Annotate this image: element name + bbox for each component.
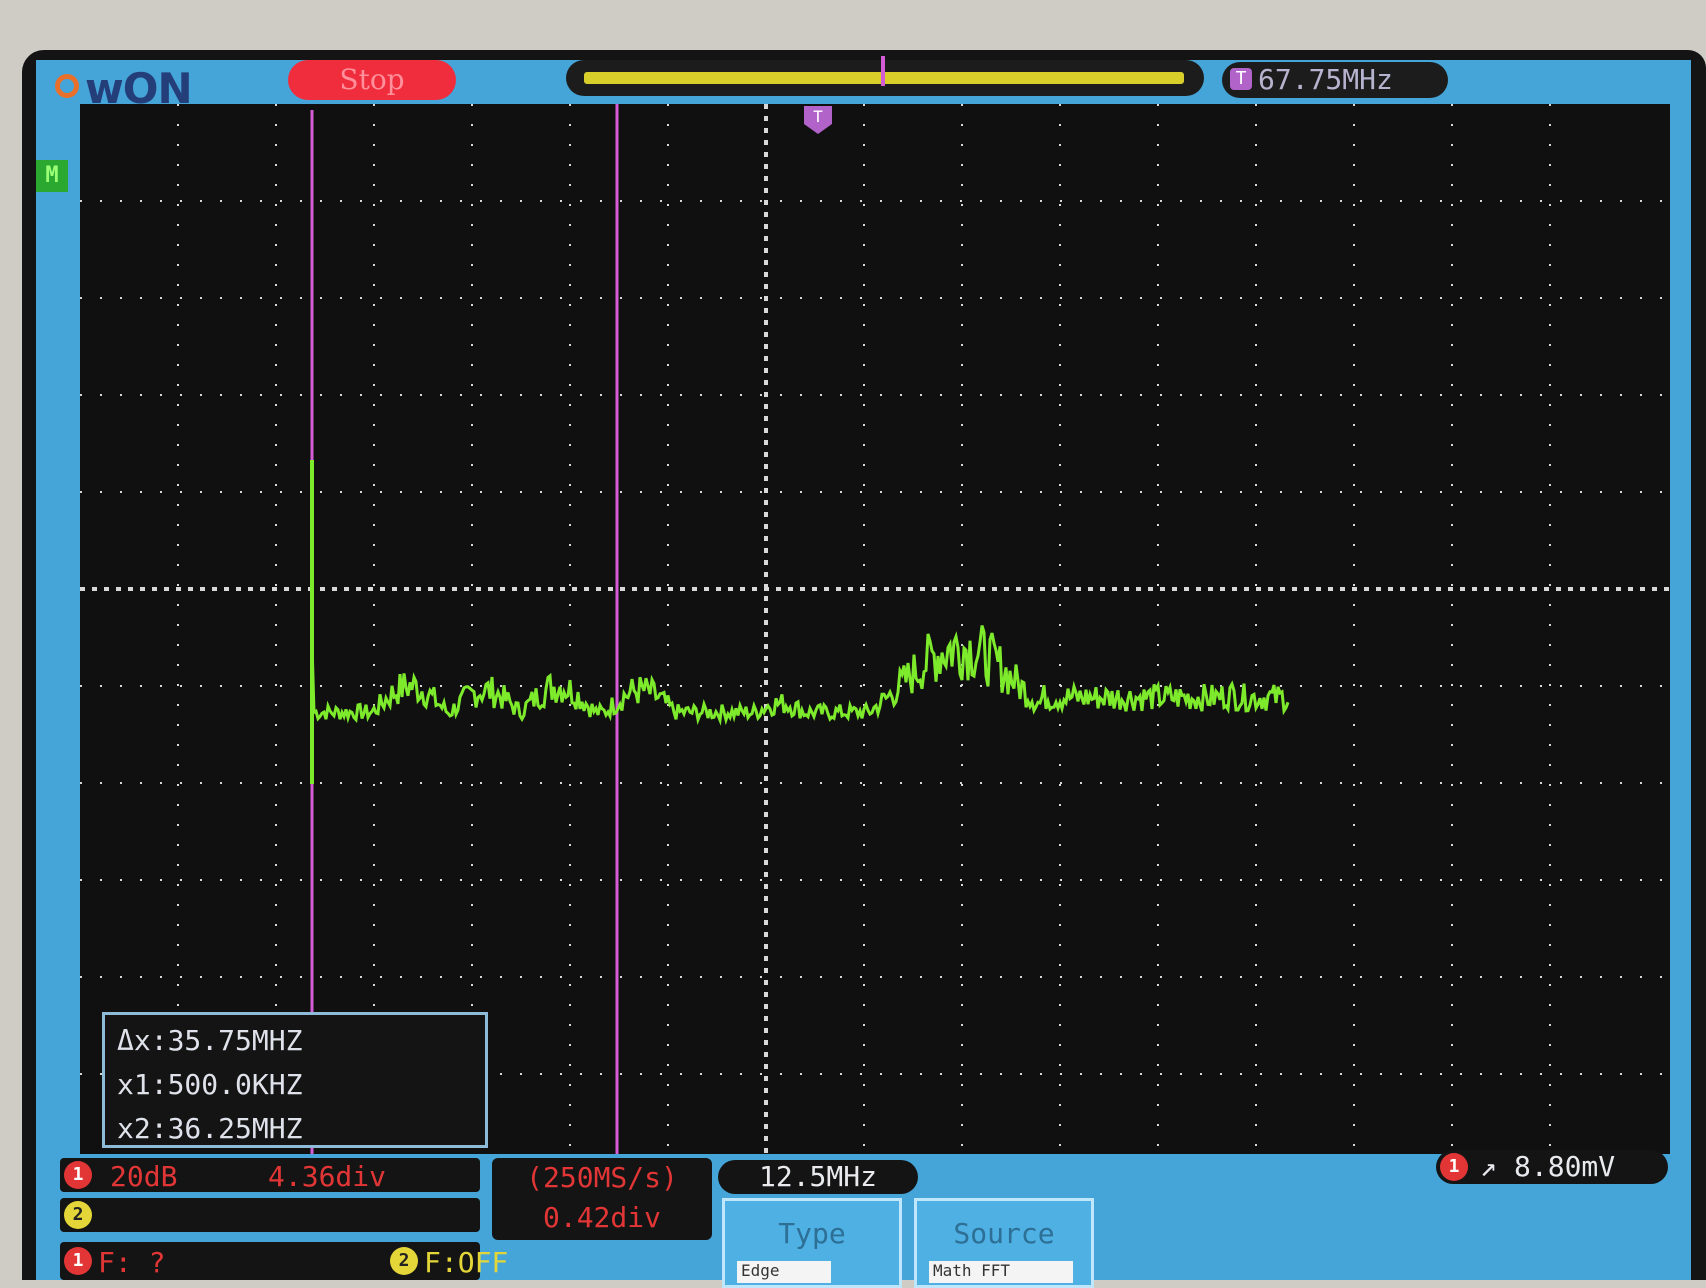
ch2-row[interactable]: 2: [60, 1198, 480, 1232]
trigger-level-value: 8.80mV: [1514, 1150, 1616, 1183]
trigger-frequency-readout: T 67.75MHz: [1222, 62, 1448, 98]
softkey-source-label: Source: [953, 1217, 1055, 1250]
svg-text:T: T: [813, 107, 823, 126]
ch1-gain: 20dB: [110, 1160, 178, 1193]
run-stop-status[interactable]: Stop: [288, 60, 456, 100]
waveform-display: T: [80, 104, 1670, 1154]
horizontal-position: 0.42div: [542, 1201, 661, 1234]
fft-ch1-label: F: ?: [98, 1246, 166, 1279]
ch1-row[interactable]: 1 20dB 4.36div: [60, 1158, 480, 1193]
ch1-badge: 1: [64, 1161, 92, 1189]
display-background: [80, 104, 1670, 1154]
trigger-position-marker: [881, 56, 885, 86]
ch2-badge: 2: [64, 1201, 92, 1229]
cursor-x1: x1:500.0KHZ: [117, 1068, 303, 1101]
trigger-position-bar: [566, 56, 1204, 96]
horizontal-scale[interactable]: 12.5MHz: [718, 1160, 918, 1194]
cursor-x2: x2:36.25MHZ: [117, 1112, 303, 1145]
channel-panel: 1 20dB 4.36div 2 1 F: ? 2 F:OFF: [60, 1158, 508, 1280]
trigger-level-readout: 1 ↗ 8.80mV: [1436, 1150, 1668, 1184]
fft-ch2-badge: 2: [390, 1247, 418, 1275]
cursor-delta: Δx:35.75MHZ: [117, 1024, 303, 1057]
fft-row: 1 F: ? 2 F:OFF: [60, 1242, 508, 1280]
rising-edge-icon: ↗: [1480, 1150, 1497, 1183]
trigger-source-badge: 1: [1440, 1153, 1468, 1181]
owon-logo: wON: [55, 64, 205, 113]
ch1-offset: 4.36div: [268, 1160, 387, 1193]
math-channel-marker: M: [36, 160, 68, 192]
sample-rate: (250MS/s): [526, 1161, 678, 1194]
trigger-frequency-value: 67.75MHz: [1258, 63, 1393, 96]
cursor-readout-panel: Δx:35.75MHZ x1:500.0KHZ x2:36.25MHZ: [102, 1012, 488, 1148]
fft-ch1-badge: 1: [64, 1247, 92, 1275]
trigger-t-icon: T: [1230, 68, 1252, 90]
fft-ch2-label: F:OFF: [424, 1246, 509, 1279]
softkey-source[interactable]: Source Math FFT: [914, 1198, 1094, 1288]
softkey-type[interactable]: Type Edge: [722, 1198, 902, 1288]
softkey-type-label: Type: [778, 1217, 846, 1250]
acquisition-panel: (250MS/s) 0.42div: [492, 1158, 712, 1240]
